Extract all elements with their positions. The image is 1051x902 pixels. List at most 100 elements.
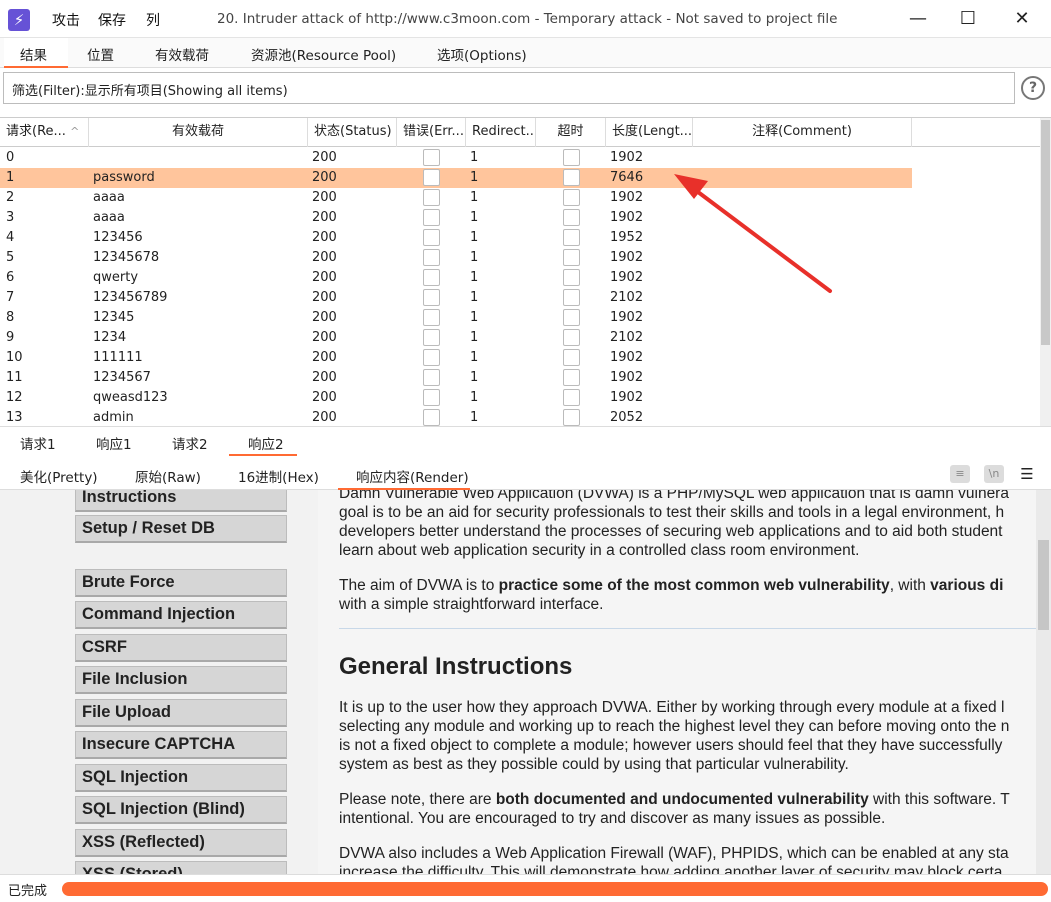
col-redirect[interactable]: Redirect... bbox=[466, 118, 536, 147]
col-comment[interactable]: 注释(Comment) bbox=[693, 118, 912, 147]
waf-line: DVWA also includes a Web Application Fir… bbox=[339, 845, 1009, 862]
tab-options[interactable]: 选项(Options) bbox=[437, 44, 527, 64]
tab-payloads[interactable]: 有效载荷 bbox=[155, 44, 209, 64]
menu-save[interactable]: 保存 bbox=[98, 10, 126, 30]
dvwa-menu-file-inclusion[interactable]: File Inclusion bbox=[75, 666, 287, 694]
col-request[interactable]: 请求(Re... ^ bbox=[0, 118, 89, 147]
col-payload[interactable]: 有效载荷 bbox=[89, 118, 308, 147]
col-error[interactable]: 错误(Err... bbox=[397, 118, 466, 147]
table-row[interactable]: 2 aaaa 200 1 1902 bbox=[0, 188, 912, 208]
dvwa-menu-sql-injection-blind[interactable]: SQL Injection (Blind) bbox=[75, 796, 287, 824]
cell-error-checkbox[interactable] bbox=[423, 349, 440, 366]
cell-timeout-checkbox[interactable] bbox=[563, 269, 580, 286]
tab-response-2[interactable]: 响应2 bbox=[248, 433, 284, 453]
col-timeout[interactable]: 超时 bbox=[536, 118, 606, 147]
cell-error-checkbox[interactable] bbox=[423, 229, 440, 246]
table-row[interactable]: 1 password 200 1 7646 bbox=[0, 168, 912, 188]
cell-timeout-checkbox[interactable] bbox=[563, 389, 580, 406]
intro-line: Damn Vulnerable Web Application (DVWA) i… bbox=[339, 490, 1009, 502]
cell-error-checkbox[interactable] bbox=[423, 269, 440, 286]
cell-timeout-checkbox[interactable] bbox=[563, 169, 580, 186]
table-row[interactable]: 12 qweasd123 200 1 1902 bbox=[0, 388, 912, 408]
table-row[interactable]: 13 admin 200 1 2052 bbox=[0, 408, 912, 426]
cell-redirect: 1 bbox=[470, 330, 479, 345]
minimize-button[interactable]: — bbox=[898, 4, 938, 34]
table-row[interactable]: 8 12345 200 1 1902 bbox=[0, 308, 912, 328]
cell-request: 13 bbox=[6, 410, 23, 425]
cell-error-checkbox[interactable] bbox=[423, 369, 440, 386]
table-row[interactable]: 6 qwerty 200 1 1902 bbox=[0, 268, 912, 288]
dvwa-menu-xss-reflected[interactable]: XSS (Reflected) bbox=[75, 829, 287, 857]
table-row[interactable]: 5 12345678 200 1 1902 bbox=[0, 248, 912, 268]
table-row[interactable]: 4 123456 200 1 1952 bbox=[0, 228, 912, 248]
table-row[interactable]: 0 200 1 1902 bbox=[0, 148, 912, 168]
menu-attack[interactable]: 攻击 bbox=[52, 10, 80, 30]
col-status[interactable]: 状态(Status) bbox=[308, 118, 397, 147]
cell-error-checkbox[interactable] bbox=[423, 409, 440, 426]
progress-bar bbox=[62, 882, 1048, 896]
cell-error-checkbox[interactable] bbox=[423, 289, 440, 306]
newline-icon[interactable]: \n bbox=[984, 465, 1004, 483]
cell-timeout-checkbox[interactable] bbox=[563, 349, 580, 366]
table-row[interactable]: 10 111111 200 1 1902 bbox=[0, 348, 912, 368]
cell-error-checkbox[interactable] bbox=[423, 389, 440, 406]
aim-paragraph: The aim of DVWA is to practice some of t… bbox=[339, 577, 1004, 594]
cell-timeout-checkbox[interactable] bbox=[563, 189, 580, 206]
close-button[interactable]: ✕ bbox=[1002, 4, 1042, 34]
dvwa-menu-file-upload[interactable]: File Upload bbox=[75, 699, 287, 727]
table-scrollbar[interactable] bbox=[1040, 118, 1051, 426]
tab-positions[interactable]: 位置 bbox=[87, 44, 114, 64]
table-row[interactable]: 11 1234567 200 1 1902 bbox=[0, 368, 912, 388]
table-row[interactable]: 9 1234 200 1 2102 bbox=[0, 328, 912, 348]
tab-raw[interactable]: 原始(Raw) bbox=[135, 466, 201, 486]
cell-timeout-checkbox[interactable] bbox=[563, 369, 580, 386]
cell-timeout-checkbox[interactable] bbox=[563, 409, 580, 426]
tab-render[interactable]: 响应内容(Render) bbox=[356, 466, 469, 486]
scrollbar-thumb[interactable] bbox=[1038, 540, 1049, 630]
cell-error-checkbox[interactable] bbox=[423, 189, 440, 206]
table-row[interactable]: 3 aaaa 200 1 1902 bbox=[0, 208, 912, 228]
cell-timeout-checkbox[interactable] bbox=[563, 329, 580, 346]
filter-bar[interactable]: 筛选(Filter):显示所有项目(Showing all items) bbox=[3, 72, 1015, 104]
cell-error-checkbox[interactable] bbox=[423, 249, 440, 266]
dvwa-menu-xss-stored[interactable]: XSS (Stored) bbox=[75, 861, 287, 874]
cell-error-checkbox[interactable] bbox=[423, 309, 440, 326]
render-scrollbar[interactable] bbox=[1036, 490, 1051, 874]
wrap-icon[interactable]: ≡ bbox=[950, 465, 970, 483]
maximize-button[interactable]: ☐ bbox=[948, 4, 988, 34]
col-length[interactable]: 长度(Lengt... bbox=[606, 118, 693, 147]
cell-length: 1902 bbox=[610, 390, 644, 405]
dvwa-menu-insecure-captcha[interactable]: Insecure CAPTCHA bbox=[75, 731, 287, 759]
menu-columns[interactable]: 列 bbox=[146, 10, 160, 30]
menu-icon[interactable]: ☰ bbox=[1017, 465, 1037, 483]
dvwa-menu-setup[interactable]: Setup / Reset DB bbox=[75, 515, 287, 543]
tab-hex[interactable]: 16进制(Hex) bbox=[238, 466, 319, 486]
cell-request: 8 bbox=[6, 310, 15, 325]
table-row[interactable]: 7 123456789 200 1 2102 bbox=[0, 288, 912, 308]
cell-timeout-checkbox[interactable] bbox=[563, 309, 580, 326]
tab-request-2[interactable]: 请求2 bbox=[172, 433, 208, 453]
cell-error-checkbox[interactable] bbox=[423, 149, 440, 166]
title-bar: ⚡ 攻击 保存 列 20. Intruder attack of http://… bbox=[0, 0, 1051, 38]
dvwa-menu-command-injection[interactable]: Command Injection bbox=[75, 601, 287, 629]
dvwa-menu-instructions[interactable]: Instructions bbox=[75, 490, 287, 512]
dvwa-menu-sql-injection[interactable]: SQL Injection bbox=[75, 764, 287, 792]
tab-results[interactable]: 结果 bbox=[20, 44, 47, 64]
tab-request-1[interactable]: 请求1 bbox=[20, 433, 56, 453]
cell-error-checkbox[interactable] bbox=[423, 169, 440, 186]
help-icon[interactable]: ? bbox=[1021, 76, 1045, 100]
cell-length: 1902 bbox=[610, 150, 644, 165]
cell-timeout-checkbox[interactable] bbox=[563, 229, 580, 246]
scrollbar-thumb[interactable] bbox=[1041, 120, 1050, 345]
cell-timeout-checkbox[interactable] bbox=[563, 209, 580, 226]
cell-timeout-checkbox[interactable] bbox=[563, 289, 580, 306]
cell-error-checkbox[interactable] bbox=[423, 209, 440, 226]
cell-timeout-checkbox[interactable] bbox=[563, 149, 580, 166]
dvwa-menu-brute-force[interactable]: Brute Force bbox=[75, 569, 287, 597]
dvwa-menu-csrf[interactable]: CSRF bbox=[75, 634, 287, 662]
tab-response-1[interactable]: 响应1 bbox=[96, 433, 132, 453]
tab-pretty[interactable]: 美化(Pretty) bbox=[20, 466, 98, 486]
cell-timeout-checkbox[interactable] bbox=[563, 249, 580, 266]
tab-resource-pool[interactable]: 资源池(Resource Pool) bbox=[251, 44, 396, 64]
cell-error-checkbox[interactable] bbox=[423, 329, 440, 346]
